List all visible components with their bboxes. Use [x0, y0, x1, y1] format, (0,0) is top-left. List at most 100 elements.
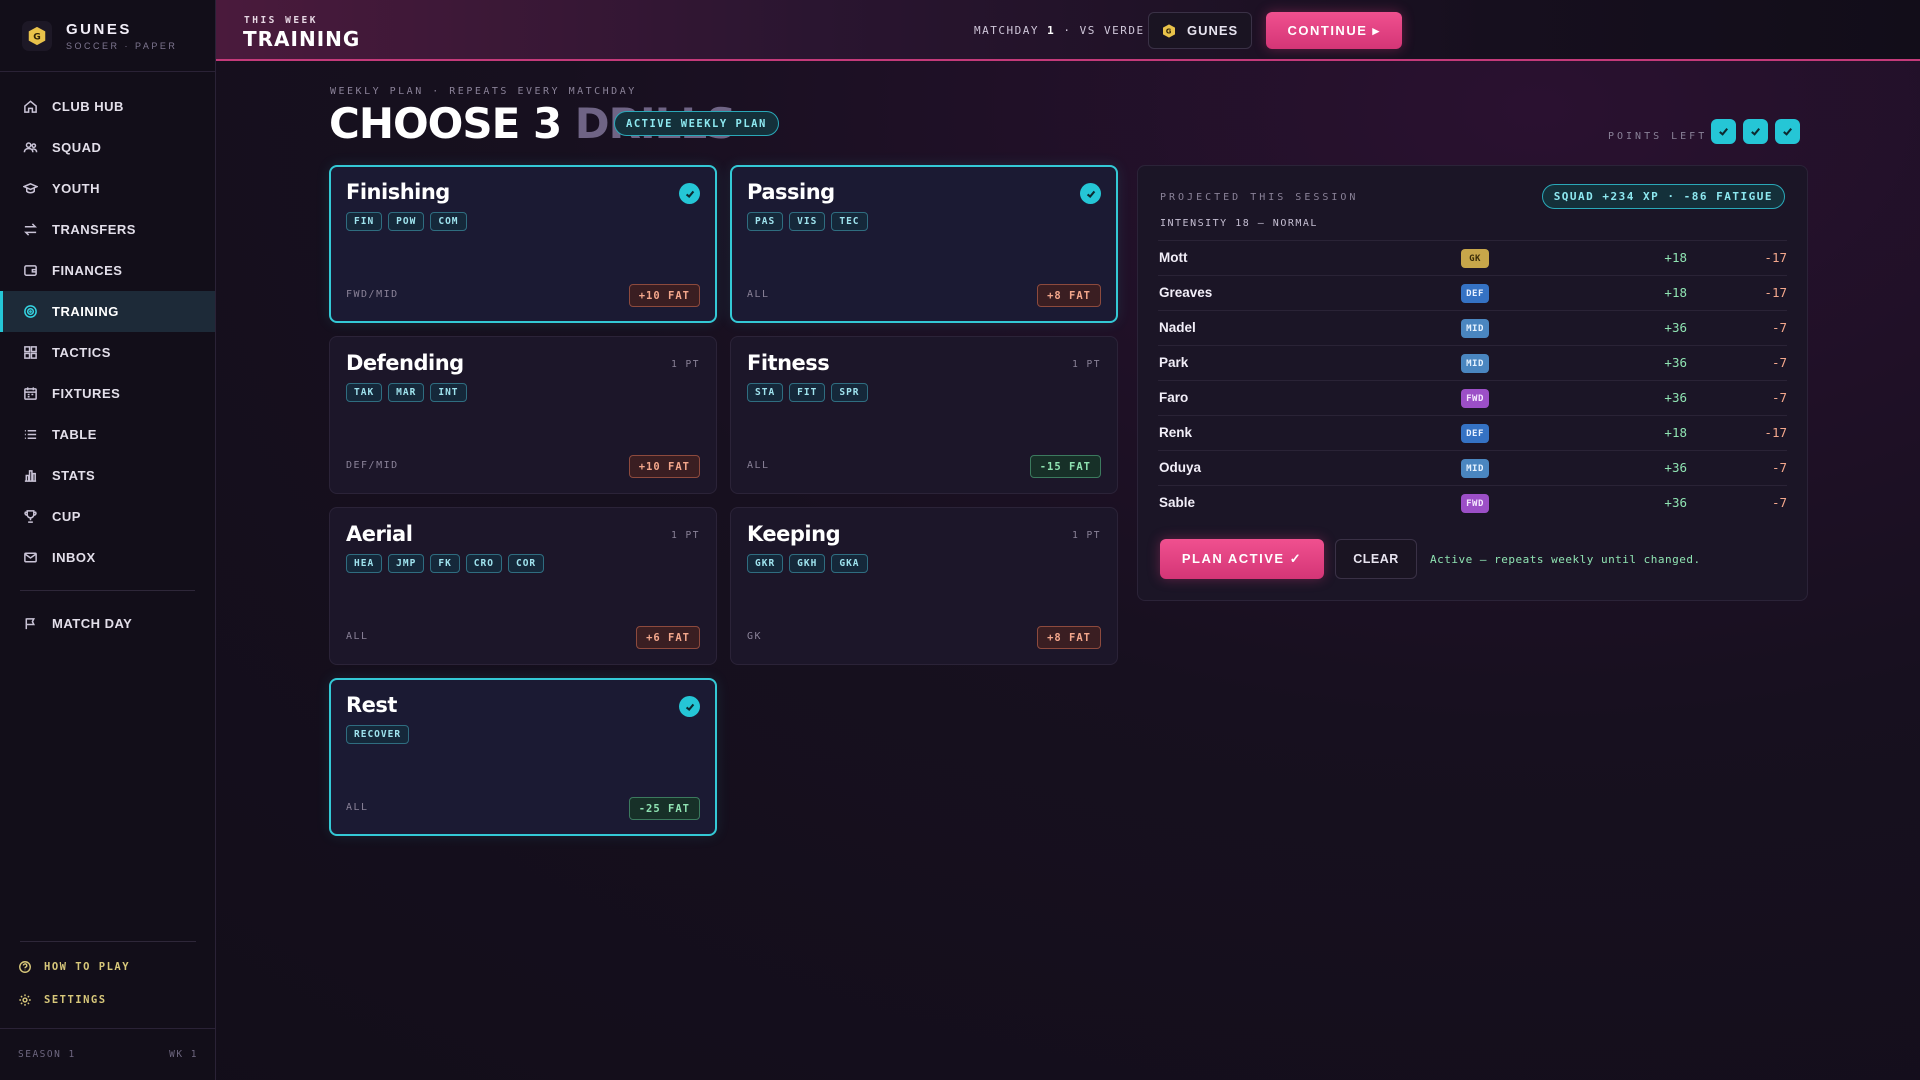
check-icon — [1719, 128, 1728, 136]
fatigue-badge: +6 FAT — [636, 626, 700, 649]
club-name: GUNES — [1187, 23, 1239, 38]
list-icon — [22, 427, 38, 443]
drill-card-finishing[interactable]: Finishing FIN POW COM FWD/MID +10 FAT — [329, 165, 717, 323]
nav-item-club-hub[interactable]: CLUB HUB — [0, 86, 215, 127]
drill-card-passing[interactable]: Passing PAS VIS TEC ALL +8 FAT — [730, 165, 1118, 323]
attribute-tag: VIS — [789, 212, 826, 231]
drill-card-aerial[interactable]: Aerial HEA JMP FK CRO COR 1 PT ALL +6 FAT — [329, 507, 717, 665]
player-name: Mott — [1159, 250, 1188, 265]
nav-label: CUP — [52, 509, 81, 524]
nav-item-training[interactable]: TRAINING — [0, 291, 215, 332]
plan-status-note: Active — repeats weekly until changed. — [1430, 553, 1701, 566]
drill-card-defending[interactable]: Defending TAK MAR INT 1 PT DEF/MID +10 FAT — [329, 336, 717, 494]
player-name: Renk — [1159, 425, 1193, 440]
sidebar-footer: HOW TO PLAY SETTINGS SEASON 1 WK 1 — [0, 941, 216, 1080]
nav-item-inbox[interactable]: INBOX — [0, 537, 215, 578]
player-row: Renk DEF +18 -17 — [1158, 415, 1787, 450]
drill-name: Aerial — [346, 522, 413, 546]
clear-button[interactable]: CLEAR — [1335, 539, 1417, 579]
nav-item-table[interactable]: TABLE — [0, 414, 215, 455]
fatigue-change: -7 — [1771, 495, 1787, 510]
drill-cost: 1 PT — [671, 359, 700, 370]
nav-item-finances[interactable]: FINANCES — [0, 250, 215, 291]
fatigue-badge: +10 FAT — [628, 455, 700, 478]
nav-label: STATS — [52, 468, 96, 483]
nav-item-youth[interactable]: YOUTH — [0, 168, 215, 209]
page-kicker: WEEKLY PLAN · REPEATS EVERY MATCHDAY — [330, 86, 637, 97]
graduation-cap-icon — [22, 181, 38, 197]
xp-gain: +36 — [1664, 390, 1687, 405]
settings-link[interactable]: SETTINGS — [0, 983, 216, 1016]
active-plan-badge: ACTIVE WEEKLY PLAN — [614, 111, 779, 136]
nav-label: MATCH DAY — [52, 616, 133, 631]
point-dot — [1775, 119, 1800, 144]
nav-item-stats[interactable]: STATS — [0, 455, 215, 496]
nav-divider — [20, 590, 195, 591]
brand[interactable]: G GUNES SOCCER · PAPER — [0, 0, 215, 72]
nav-item-cup[interactable]: CUP — [0, 496, 215, 537]
drill-card-fitness[interactable]: Fitness STA FIT SPR 1 PT ALL -15 FAT — [730, 336, 1118, 494]
points-left-indicator — [1711, 119, 1800, 144]
projection-panel: PROJECTED THIS SESSION INTENSITY 18 — NO… — [1137, 165, 1808, 601]
drill-cost: 1 PT — [1072, 530, 1101, 541]
drill-positions: ALL — [346, 631, 369, 642]
attribute-tag: TAK — [346, 383, 383, 402]
check-icon — [1751, 128, 1760, 136]
club-selector[interactable]: G GUNES — [1148, 12, 1252, 49]
nav-label: TACTICS — [52, 345, 111, 360]
season-info: SEASON 1 WK 1 — [0, 1028, 216, 1080]
header-kicker: THIS WEEK — [244, 15, 318, 26]
drill-card-keeping[interactable]: Keeping GKR GKH GKA 1 PT GK +8 FAT — [730, 507, 1118, 665]
drill-positions: DEF/MID — [346, 460, 399, 471]
plan-active-button[interactable]: PLAN ACTIVE ✓ — [1160, 539, 1324, 579]
point-dot — [1743, 119, 1768, 144]
position-badge: DEF — [1461, 424, 1489, 443]
fatigue-badge: -25 FAT — [628, 797, 700, 820]
bar-chart-icon — [22, 468, 38, 484]
svg-text:G: G — [1166, 27, 1172, 35]
matchday-opponent: · VS VERDE — [1063, 24, 1145, 37]
how-to-play-link[interactable]: HOW TO PLAY — [0, 950, 216, 983]
header-title: TRAINING — [243, 27, 361, 51]
nav-item-fixtures[interactable]: FIXTURES — [0, 373, 215, 414]
selected-check-icon — [679, 696, 700, 717]
fatigue-badge: -15 FAT — [1029, 455, 1101, 478]
footer-divider — [20, 941, 196, 942]
nav-label: CLUB HUB — [52, 99, 124, 114]
player-name: Park — [1159, 355, 1189, 370]
drill-positions: ALL — [747, 460, 770, 471]
nav-label: SQUAD — [52, 140, 102, 155]
nav-item-squad[interactable]: SQUAD — [0, 127, 215, 168]
player-row: Nadel MID +36 -7 — [1158, 310, 1787, 345]
continue-button[interactable]: CONTINUE ▸ — [1266, 12, 1402, 49]
xp-gain: +36 — [1664, 320, 1687, 335]
fatigue-badge: +8 FAT — [1037, 284, 1101, 307]
settings-label: SETTINGS — [44, 993, 107, 1006]
main-nav: CLUB HUB SQUAD YOUTH TRANSFERS FINANCES … — [0, 72, 215, 644]
drill-positions: FWD/MID — [346, 289, 399, 300]
nav-item-tactics[interactable]: TACTICS — [0, 332, 215, 373]
drill-card-rest[interactable]: Rest RECOVER ALL -25 FAT — [329, 678, 717, 836]
nav-item-match-day[interactable]: MATCH DAY — [0, 603, 215, 644]
position-badge: FWD — [1461, 494, 1489, 513]
nav-item-transfers[interactable]: TRANSFERS — [0, 209, 215, 250]
fatigue-change: -7 — [1771, 390, 1787, 405]
player-row: Oduya MID +36 -7 — [1158, 450, 1787, 485]
attribute-tag: POW — [388, 212, 425, 231]
page-title-main: CHOOSE 3 — [329, 99, 562, 148]
attribute-tag: STA — [747, 383, 784, 402]
attribute-tag: FIN — [346, 212, 383, 231]
xp-gain: +36 — [1664, 460, 1687, 475]
drill-positions: ALL — [346, 802, 369, 813]
mail-icon — [22, 550, 38, 566]
fatigue-change: -7 — [1771, 355, 1787, 370]
player-name: Nadel — [1159, 320, 1196, 335]
top-header: THIS WEEK TRAINING MATCHDAY 1 · VS VERDE… — [216, 0, 1920, 61]
attribute-tag: GKA — [831, 554, 868, 573]
attribute-tag: COM — [430, 212, 467, 231]
fatigue-badge: +10 FAT — [628, 284, 700, 307]
drill-positions: ALL — [747, 289, 770, 300]
svg-text:G: G — [33, 31, 41, 42]
target-icon — [22, 304, 38, 320]
drill-name: Fitness — [747, 351, 830, 375]
